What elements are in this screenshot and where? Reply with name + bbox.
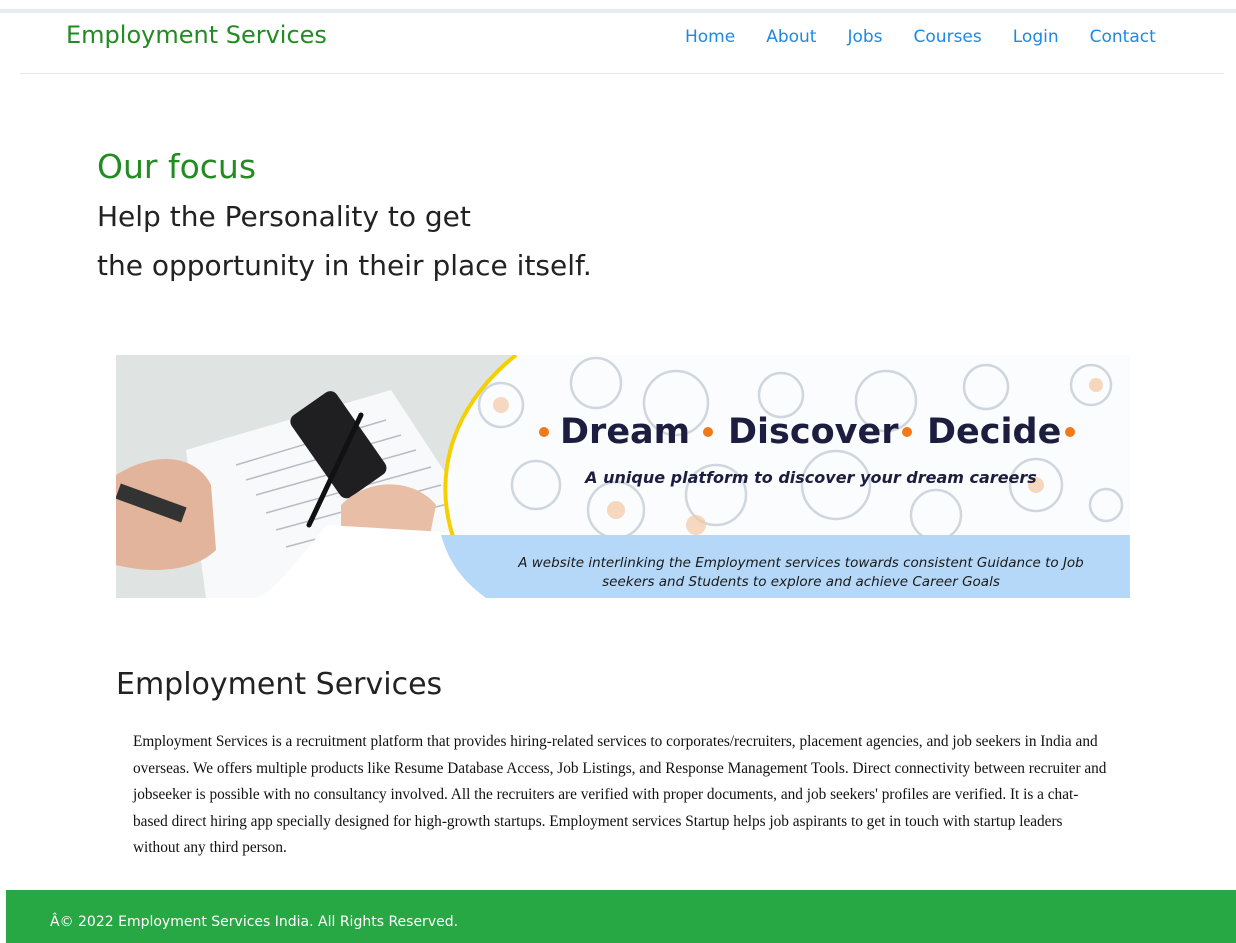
nav-login[interactable]: Login — [1013, 27, 1059, 47]
brand-logo-link[interactable]: Employment Services — [66, 21, 327, 49]
focus-title: Our focus — [97, 147, 257, 186]
nav-jobs[interactable]: Jobs — [847, 27, 882, 47]
nav-about[interactable]: About — [766, 27, 816, 47]
nav-menu: Home About Jobs Courses Login Contact — [685, 27, 1187, 47]
banner-discover: Discover — [728, 412, 899, 452]
banner-tagline: A unique platform to discover your dream… — [583, 468, 1037, 487]
nav-contact[interactable]: Contact — [1090, 27, 1156, 47]
nav-courses[interactable]: Courses — [914, 27, 982, 47]
banner-dream: Dream — [560, 412, 690, 452]
section-body-text: Employment Services is a recruitment pla… — [133, 733, 1107, 857]
focus-line-2: the opportunity in their place itself. — [97, 249, 592, 282]
navbar: Employment Services Home About Jobs Cour… — [20, 13, 1224, 74]
focus-line-1: Help the Personality to get — [97, 200, 471, 233]
nav-home[interactable]: Home — [685, 27, 735, 47]
banner-desc-2: seekers and Students to explore and achi… — [602, 574, 1000, 590]
footer: Â© 2022 Employment Services India. All R… — [6, 890, 1236, 943]
hero-banner-image: Dream Discover Decide A unique platform … — [116, 355, 1130, 598]
banner-desc-1: A website interlinking the Employment se… — [517, 555, 1084, 571]
footer-copyright: Â© 2022 Employment Services India. All R… — [50, 914, 459, 930]
banner-decide: Decide — [927, 412, 1061, 452]
section-title: Employment Services — [116, 667, 443, 702]
